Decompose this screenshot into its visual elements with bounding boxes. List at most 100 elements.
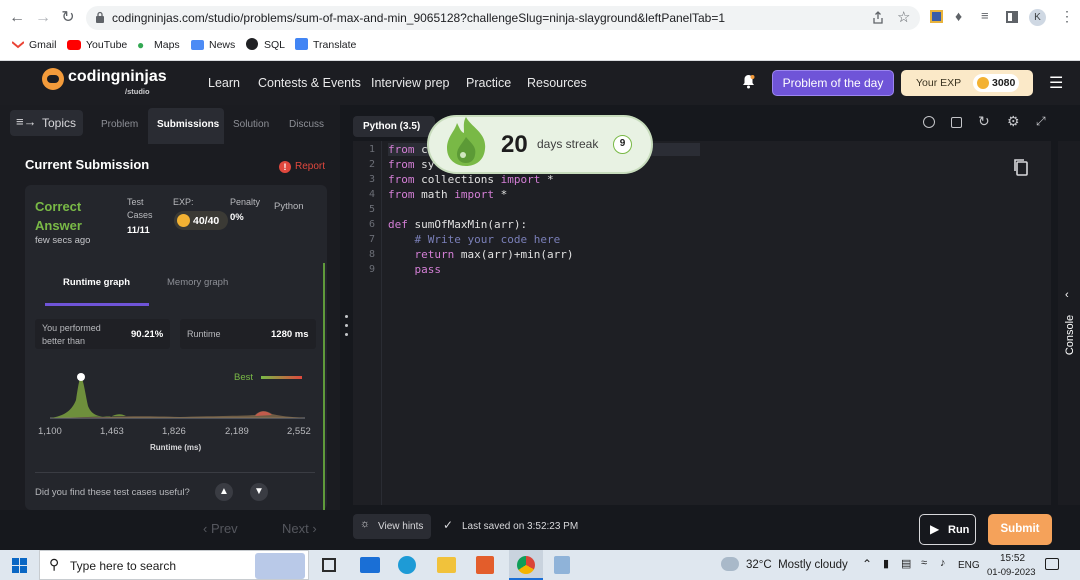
reload-icon[interactable]: ↻ [59, 9, 77, 27]
chevron-up-icon[interactable]: ⌃ [862, 557, 872, 571]
chrome-app-icon [517, 556, 535, 574]
performed-value: 90.21% [131, 329, 164, 340]
left-panel: ≡→ Topics Problem Submissions Solution D… [0, 105, 340, 510]
chevron-left-icon[interactable]: ‹ [1065, 289, 1069, 301]
settings-gear-icon[interactable]: ⚙ [1007, 113, 1020, 130]
last-saved-text: Last saved on 3:52:23 PM [462, 521, 579, 532]
network-icon[interactable]: ▤ [901, 557, 911, 570]
submit-button[interactable]: Submit [988, 514, 1052, 545]
code-line-4[interactable]: from math import * [388, 188, 507, 201]
report-icon[interactable]: ! [279, 161, 291, 173]
thumbs-up-icon[interactable]: ▲ [215, 483, 233, 501]
nav-resources[interactable]: Resources [527, 76, 587, 90]
nav-practice[interactable]: Practice [466, 76, 511, 90]
next-button[interactable]: Next › [282, 521, 317, 536]
bookmark-maps[interactable]: Maps [154, 39, 180, 51]
edge-app-icon[interactable] [398, 556, 416, 574]
bookmark-gmail[interactable]: Gmail [29, 39, 56, 51]
search-icon: ⚲ [49, 556, 60, 572]
nav-learn[interactable]: Learn [208, 76, 240, 90]
line-number-6: 6 [368, 219, 375, 230]
nav-interview-prep[interactable]: Interview prep [371, 76, 450, 90]
clock-time[interactable]: 15:52 [1000, 553, 1025, 564]
tablet-app-icon[interactable] [554, 556, 570, 574]
mail-app-icon[interactable] [360, 557, 380, 573]
tab-submissions[interactable]: Submissions [157, 119, 219, 130]
notification-icon[interactable] [1045, 558, 1059, 570]
code-line-7[interactable]: # Write your code here [388, 233, 560, 246]
bookmark-news[interactable]: News [209, 39, 235, 51]
panel-resize-handle[interactable] [345, 315, 349, 341]
file-explorer-icon[interactable] [437, 557, 456, 573]
tab-runtime-graph[interactable]: Runtime graph [63, 277, 130, 288]
run-button[interactable]: ▶ Run [919, 514, 976, 545]
forward-icon[interactable]: → [34, 9, 52, 27]
star-icon[interactable]: ☆ [897, 8, 910, 26]
prev-button[interactable]: ‹ Prev [203, 521, 238, 536]
copy-icon[interactable] [1013, 158, 1029, 177]
extension-icon[interactable] [930, 10, 943, 23]
hamburger-menu-icon[interactable]: ☰ [1049, 73, 1063, 93]
clock-date[interactable]: 01-09-2023 [987, 567, 1036, 578]
address-bar[interactable]: codingninjas.com/studio/problems/sum-of-… [86, 6, 920, 30]
back-icon[interactable]: ← [8, 9, 26, 27]
line-number-1: 1 [368, 144, 375, 155]
bookmark-youtube[interactable]: YouTube [86, 39, 127, 51]
taskbar-search-box[interactable]: ⚲ Type here to search [39, 550, 309, 580]
tab-solution[interactable]: Solution [233, 119, 269, 130]
thumbs-down-icon[interactable]: ▼ [250, 483, 268, 501]
reading-list-icon[interactable]: ≡ [981, 8, 989, 23]
store-app-icon[interactable] [476, 556, 494, 574]
tab-discuss[interactable]: Discuss [289, 119, 324, 130]
code-line-9[interactable]: pass [388, 263, 442, 276]
x-tick-4: 2,552 [287, 426, 311, 437]
kebab-menu-icon[interactable]: ⋮ [1060, 8, 1074, 25]
report-link[interactable]: Report [295, 161, 325, 172]
puzzle-icon[interactable]: ♦ [955, 8, 962, 24]
brand-sub: /studio [125, 87, 150, 96]
bookmark-sql[interactable]: SQL [264, 39, 285, 51]
tab-memory-graph[interactable]: Memory graph [167, 277, 228, 288]
line-number-2: 2 [368, 159, 375, 170]
code-line-1[interactable]: from c [388, 143, 428, 156]
timer-icon[interactable] [923, 116, 935, 128]
exp-pill[interactable]: Your EXP 3080 [901, 70, 1033, 96]
code-editor[interactable]: 1 2 3 4 5 6 7 8 9 from c from sy from co… [353, 141, 1051, 505]
view-hints-button[interactable]: ☼ View hints [353, 514, 431, 539]
problem-of-the-day-button[interactable]: Problem of the day [772, 70, 894, 96]
save-icon[interactable] [951, 117, 962, 128]
console-label[interactable]: Console [1064, 315, 1076, 355]
streak-label: days streak [537, 137, 599, 151]
sidepanel-icon[interactable] [1006, 11, 1018, 23]
exp-label: Your EXP [916, 77, 962, 89]
code-line-6[interactable]: def sumOfMaxMin(arr): [388, 218, 527, 231]
brand-name[interactable]: codingninjas [68, 68, 167, 86]
fullscreen-icon[interactable]: ⤢ [1036, 114, 1046, 129]
share-icon[interactable] [871, 11, 885, 25]
code-line-8[interactable]: return max(arr)+min(arr) [388, 248, 574, 261]
performed-box: You performed better than 90.21% [35, 319, 170, 349]
battery-icon[interactable]: ▮ [883, 557, 889, 570]
volume-icon[interactable]: ♪ [940, 557, 946, 569]
language-select[interactable]: Python (3.5) [353, 116, 435, 137]
code-line-3[interactable]: from collections import * [388, 173, 554, 186]
wifi-icon[interactable]: ≈ [921, 557, 927, 569]
language-indicator[interactable]: ENG [958, 560, 980, 571]
code-line-2[interactable]: from sy [388, 158, 434, 171]
topics-button[interactable]: ≡→ Topics [10, 110, 83, 136]
bell-icon[interactable] [742, 74, 755, 89]
bookmark-translate[interactable]: Translate [313, 39, 356, 51]
globe-icon [246, 38, 258, 50]
chrome-taskbar-tab[interactable] [509, 550, 543, 580]
url-text[interactable]: codingninjas.com/studio/problems/sum-of-… [112, 11, 725, 25]
nav-contests[interactable]: Contests & Events [258, 76, 361, 90]
task-view-icon[interactable] [322, 558, 336, 572]
exp-value-chip: 3080 [973, 74, 1019, 92]
weather-text[interactable]: 32°C Mostly cloudy [746, 559, 848, 571]
tab-problem[interactable]: Problem [101, 119, 138, 130]
profile-avatar[interactable]: K [1029, 9, 1046, 26]
windows-taskbar: ⚲ Type here to search 32°C Mostly cloudy… [0, 550, 1080, 580]
reset-icon[interactable]: ↻ [978, 113, 990, 130]
windows-start-icon[interactable] [12, 558, 27, 573]
console-collapsed-panel[interactable]: ‹ Console [1058, 141, 1080, 505]
